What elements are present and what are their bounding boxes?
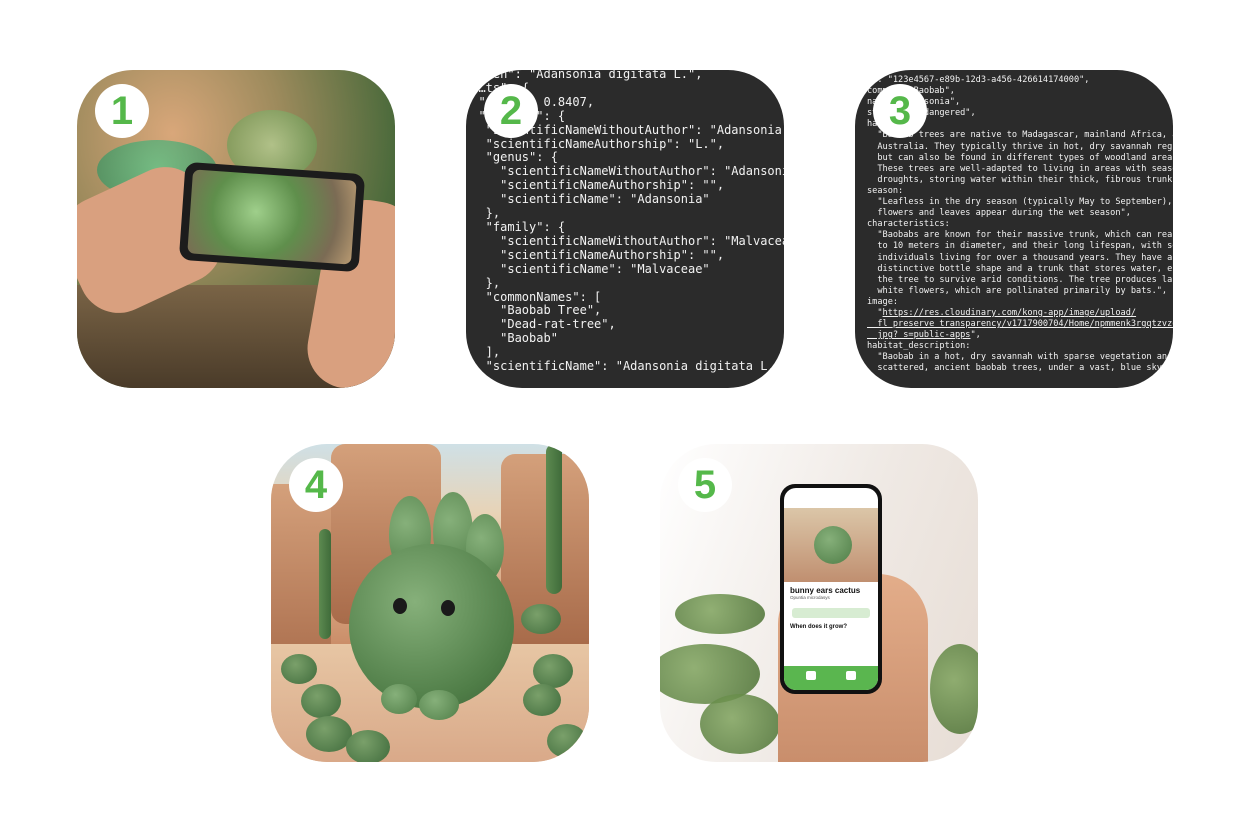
step-number-badge: 5: [678, 458, 732, 512]
smartphone: bunny ears cactus Opuntia microdasys Whe…: [780, 484, 882, 694]
step-number-badge: 3: [873, 84, 927, 138]
saguaro-cactus: [319, 529, 331, 639]
app-screen: bunny ears cactus Opuntia microdasys Whe…: [784, 488, 878, 690]
step-number-badge: 1: [95, 84, 149, 138]
step-number-badge: 4: [289, 458, 343, 512]
barrel-cactus: [301, 684, 341, 718]
phone-camera: [178, 161, 366, 273]
growth-section-title: When does it grow?: [790, 624, 847, 630]
plant-leaf: [700, 694, 780, 754]
action-pill-button[interactable]: [792, 608, 870, 618]
camera-icon[interactable]: [846, 671, 856, 680]
step-2-identification-json-tile: "…en": "Adansonia digitata L.", …ts": { …: [466, 70, 784, 388]
character-eye: [441, 600, 455, 616]
plant-illustration: [784, 508, 878, 582]
plant-common-name: bunny ears cactus: [790, 586, 861, 595]
barrel-cactus: [521, 604, 561, 634]
bunny-cactus-thumbnail: [814, 526, 852, 564]
step-5-app-result-tile: bunny ears cactus Opuntia microdasys Whe…: [660, 444, 978, 762]
step-number-badge: 2: [484, 84, 538, 138]
cactus-foot: [381, 684, 417, 714]
barrel-cactus: [533, 654, 573, 688]
character-eye: [393, 598, 407, 614]
plant-scientific-name: Opuntia microdasys: [790, 595, 830, 600]
app-top-bar: [784, 488, 878, 508]
image-url-link[interactable]: https://res.cloudinary.com/kong-app/imag…: [867, 308, 1173, 340]
step-1-photo-tile: 1: [77, 70, 395, 388]
barrel-cactus: [523, 684, 561, 716]
bunny-cactus-character: [349, 544, 514, 709]
barrel-cactus: [547, 724, 587, 758]
bottom-nav-bar: [784, 666, 878, 690]
plant-info-card: bunny ears cactus Opuntia microdasys Whe…: [784, 582, 878, 637]
cactus-foot: [419, 690, 459, 720]
home-icon[interactable]: [806, 671, 816, 680]
barrel-cactus: [281, 654, 317, 684]
barrel-cactus: [346, 730, 390, 762]
plant-leaf: [675, 594, 765, 634]
plant-leaf: [930, 644, 978, 734]
step-3-plant-details-tile: id: "123e4567-e89b-12d3-a456-42661417400…: [855, 70, 1173, 388]
camera-preview: [187, 169, 357, 265]
step-4-illustration-tile: 4: [271, 444, 589, 762]
saguaro-cactus: [546, 444, 562, 594]
